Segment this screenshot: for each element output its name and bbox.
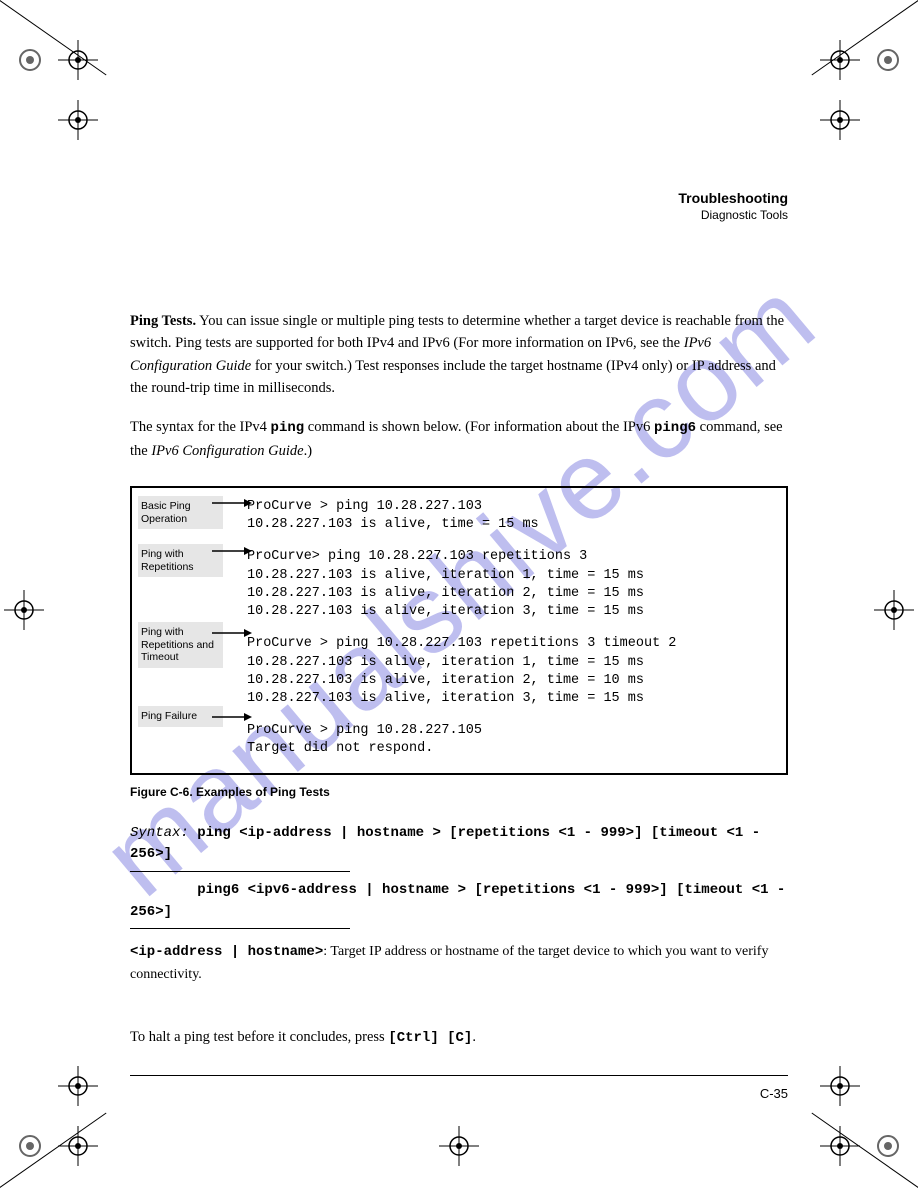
figure-caption: Figure C-6. Examples of Ping Tests bbox=[130, 785, 788, 799]
figure-box: Basic Ping Operation Ping with Repetitio… bbox=[130, 486, 788, 775]
run-in-heading: Ping Tests. bbox=[130, 313, 196, 329]
terminal-output: ProCurve> ping 10.28.227.103 repetitions… bbox=[247, 548, 770, 621]
figure-label: Ping with Repetitions and Timeout bbox=[138, 622, 223, 668]
syntax-line: Syntax: ping <ip-address | hostname > [r… bbox=[130, 823, 788, 868]
option-line: <ip-address | hostname>: Target IP addre… bbox=[130, 941, 788, 985]
arrow-icon bbox=[212, 544, 252, 558]
syntax-label: Syntax: bbox=[130, 825, 189, 841]
arrow-icon bbox=[212, 710, 252, 724]
syntax-text: ping <ip-address | hostname > [repetitio… bbox=[130, 825, 760, 863]
syntax-line: Syntax: ping6 <ipv6-address | hostname >… bbox=[130, 880, 788, 925]
text: The syntax for the IPv4 bbox=[130, 419, 271, 435]
header-title: Troubleshooting bbox=[678, 190, 788, 206]
divider bbox=[130, 871, 350, 872]
footer-rule bbox=[130, 1075, 788, 1076]
syntax-text: ping6 <ipv6-address | hostname > [repeti… bbox=[130, 882, 785, 920]
text: .) bbox=[304, 443, 312, 459]
figure-label: Basic Ping Operation bbox=[138, 496, 223, 529]
terminal-output: ProCurve > ping 10.28.227.103 repetition… bbox=[247, 635, 770, 708]
paragraph-1: Ping Tests. You can issue single or mult… bbox=[130, 310, 788, 400]
code-inline: ping6 bbox=[654, 420, 696, 436]
page-content: Troubleshooting Diagnostic Tools Ping Te… bbox=[0, 0, 918, 1188]
figure-label: Ping with Repetitions bbox=[138, 544, 223, 577]
arrow-icon bbox=[212, 626, 252, 640]
page-header: Troubleshooting Diagnostic Tools bbox=[678, 190, 788, 222]
emphasis: IPv6 Configuration Guide bbox=[151, 443, 303, 459]
terminal-output: ProCurve > ping 10.28.227.105 Target did… bbox=[247, 722, 770, 758]
footer-note: To halt a ping test before it concludes,… bbox=[130, 1026, 788, 1050]
option-name: <ip-address | hostname> bbox=[130, 944, 323, 960]
arrow-icon bbox=[212, 496, 252, 510]
text: To halt a ping test before it concludes,… bbox=[130, 1029, 388, 1045]
body-text: Ping Tests. You can issue single or mult… bbox=[130, 310, 788, 462]
paragraph-2: The syntax for the IPv4 ping command is … bbox=[130, 416, 788, 462]
code-inline: ping bbox=[271, 420, 305, 436]
keycap: [Ctrl] [C] bbox=[388, 1030, 472, 1046]
syntax-section: Syntax: ping <ip-address | hostname > [r… bbox=[130, 823, 788, 986]
terminal-output: ProCurve > ping 10.28.227.103 10.28.227.… bbox=[247, 498, 770, 534]
page-number: C-35 bbox=[130, 1086, 788, 1101]
text: . bbox=[472, 1029, 476, 1045]
figure-label: Ping Failure bbox=[138, 706, 223, 727]
text: command is shown below. (For information… bbox=[304, 419, 654, 435]
divider bbox=[130, 928, 350, 929]
header-subtitle: Diagnostic Tools bbox=[678, 208, 788, 222]
